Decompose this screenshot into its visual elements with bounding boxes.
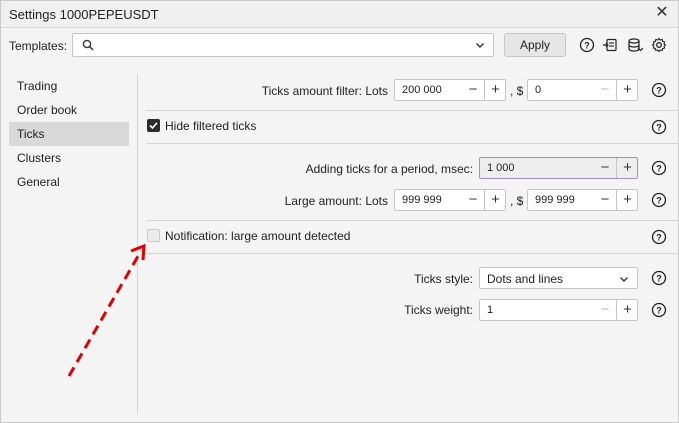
help-icon[interactable]: ?: [579, 37, 595, 53]
svg-text:?: ?: [656, 196, 662, 206]
plus-icon[interactable]: +: [616, 158, 638, 178]
adding-period-stepper[interactable]: 1 000 − +: [479, 157, 638, 179]
sidebar-item-order-book[interactable]: Order book: [9, 98, 129, 122]
ticks-filter-usd-stepper[interactable]: 0 − +: [527, 79, 638, 101]
hide-filtered-label: Hide filtered ticks: [165, 119, 257, 133]
section-divider: [146, 220, 679, 221]
sidebar-item-clusters[interactable]: Clusters: [9, 146, 129, 170]
sidebar-nav: Trading Order book Ticks Clusters Genera…: [9, 74, 129, 194]
adding-period-label: Adding ticks for a period, msec:: [305, 162, 473, 176]
chevron-down-icon: [620, 277, 628, 282]
minus-icon[interactable]: −: [462, 190, 484, 210]
ticks-weight-label: Ticks weight:: [404, 303, 473, 317]
ticks-filter-lots-stepper[interactable]: 200 000 − +: [394, 79, 506, 101]
check-icon: [149, 122, 158, 130]
ticks-filter-usd-value: 0: [535, 84, 542, 96]
apply-button[interactable]: Apply: [504, 33, 566, 57]
large-amount-lots-stepper[interactable]: 999 999 − +: [394, 189, 506, 211]
section-divider: [146, 253, 679, 254]
templates-label: Templates:: [9, 39, 68, 53]
large-amount-lots-value: 999 999: [402, 194, 442, 206]
ticks-filter-separator: , $: [510, 84, 524, 98]
large-amount-separator: , $: [510, 194, 524, 208]
window-title: Settings 1000PEPEUSDT: [9, 7, 159, 22]
adding-period-value: 1 000: [487, 162, 515, 174]
close-icon[interactable]: ✕: [654, 5, 670, 21]
svg-text:?: ?: [656, 123, 662, 133]
ticks-filter-lots-value: 200 000: [402, 84, 442, 96]
minus-icon[interactable]: −: [594, 158, 616, 178]
help-icon[interactable]: ?: [651, 270, 667, 286]
sidebar-item-ticks[interactable]: Ticks: [9, 122, 129, 146]
gear-icon[interactable]: [651, 37, 667, 53]
plus-icon[interactable]: +: [484, 80, 506, 100]
plus-icon[interactable]: +: [484, 190, 506, 210]
large-amount-usd-stepper[interactable]: 999 999 − +: [527, 189, 638, 211]
minus-icon[interactable]: −: [462, 80, 484, 100]
large-amount-usd-value: 999 999: [535, 194, 575, 206]
svg-text:?: ?: [656, 306, 662, 316]
help-icon[interactable]: ?: [651, 119, 667, 135]
hide-filtered-checkbox[interactable]: [147, 119, 160, 132]
sidebar-item-general[interactable]: General: [9, 170, 129, 194]
settings-window: Settings 1000PEPEUSDT ✕ Templates: Apply…: [0, 0, 679, 423]
notification-label: Notification: large amount detected: [165, 229, 351, 243]
annotation-arrow: [67, 243, 146, 377]
svg-text:?: ?: [584, 41, 590, 51]
export-icon[interactable]: [602, 37, 618, 53]
minus-icon[interactable]: −: [594, 300, 616, 320]
help-icon[interactable]: ?: [651, 302, 667, 318]
database-icon[interactable]: [627, 37, 643, 53]
help-icon[interactable]: ?: [651, 160, 667, 176]
chevron-down-icon: [476, 43, 484, 48]
sidebar-item-trading[interactable]: Trading: [9, 74, 129, 98]
search-icon: [82, 39, 94, 51]
svg-text:?: ?: [656, 164, 662, 174]
section-divider: [146, 110, 679, 111]
ticks-style-label: Ticks style:: [414, 272, 473, 286]
help-icon[interactable]: ?: [651, 229, 667, 245]
notification-checkbox[interactable]: [147, 229, 160, 242]
svg-text:?: ?: [656, 274, 662, 284]
minus-icon[interactable]: −: [594, 190, 616, 210]
sidebar-divider: [137, 74, 138, 415]
minus-icon[interactable]: −: [594, 80, 616, 100]
svg-text:?: ?: [656, 86, 662, 96]
ticks-style-value: Dots and lines: [487, 272, 564, 286]
title-bar: Settings 1000PEPEUSDT ✕: [1, 1, 678, 28]
section-divider: [146, 143, 679, 144]
plus-icon[interactable]: +: [616, 300, 638, 320]
templates-select[interactable]: [72, 33, 494, 57]
help-icon[interactable]: ?: [651, 192, 667, 208]
ticks-weight-value: 1: [487, 304, 494, 316]
ticks-filter-label: Ticks amount filter: Lots: [261, 84, 388, 98]
plus-icon[interactable]: +: [616, 190, 638, 210]
large-amount-label: Large amount: Lots: [284, 194, 388, 208]
ticks-style-select[interactable]: Dots and lines: [479, 267, 638, 289]
ticks-weight-stepper[interactable]: 1 − +: [479, 299, 638, 321]
plus-icon[interactable]: +: [616, 80, 638, 100]
help-icon[interactable]: ?: [651, 82, 667, 98]
svg-text:?: ?: [656, 233, 662, 243]
